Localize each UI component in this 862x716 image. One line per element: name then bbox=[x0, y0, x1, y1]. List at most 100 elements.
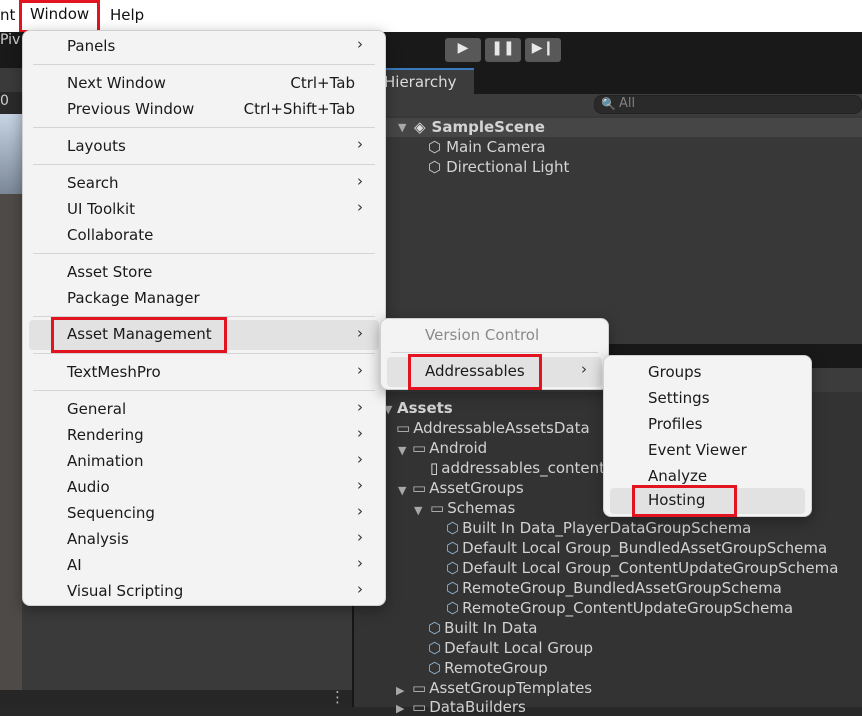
expand-arrow-icon[interactable]: ▼ bbox=[398, 444, 406, 457]
menu-item-collaborate[interactable]: Collaborate bbox=[67, 226, 153, 244]
submenu-arrow-icon: › bbox=[357, 450, 363, 468]
menu-item-audio[interactable]: Audio bbox=[67, 478, 110, 496]
more-options-icon[interactable]: ⋮ bbox=[330, 688, 345, 706]
menu-item-panels[interactable]: Panels bbox=[67, 37, 115, 55]
scene-bottom-bar: ⋮ bbox=[0, 688, 352, 707]
menu-item-window[interactable]: Window bbox=[18, 0, 101, 33]
scene-toolbar-fragment[interactable]: 0 bbox=[0, 93, 9, 109]
folder-label: Android bbox=[429, 439, 488, 457]
submenu-arrow-icon: › bbox=[357, 324, 363, 342]
menu-item-animation[interactable]: Animation bbox=[67, 452, 143, 470]
expand-arrow-icon[interactable]: ▼ bbox=[398, 121, 406, 134]
scene-skybox bbox=[0, 114, 22, 194]
menu-item-package-manager[interactable]: Package Manager bbox=[67, 289, 200, 307]
menu-item-textmeshpro[interactable]: TextMeshPro bbox=[67, 363, 161, 381]
search-icon: 🔍 bbox=[601, 97, 616, 111]
project-folder-item[interactable]: ▭ AssetGroups bbox=[412, 479, 524, 497]
menu-item-asset-management[interactable]: Asset Management bbox=[51, 317, 227, 353]
collapse-arrow-icon[interactable]: ▶ bbox=[396, 702, 404, 715]
folder-icon: ▭ bbox=[412, 679, 427, 697]
menu-item-layouts[interactable]: Layouts bbox=[67, 137, 126, 155]
unity-scene-icon: ◈ bbox=[414, 118, 426, 136]
menu-item-ai[interactable]: AI bbox=[67, 556, 82, 574]
menu-item-event-viewer[interactable]: Event Viewer bbox=[648, 441, 747, 459]
menu-item-previous-window[interactable]: Previous Window bbox=[67, 100, 194, 118]
hierarchy-item[interactable]: ⬡ Directional Light bbox=[428, 158, 569, 176]
menu-item-asset-store[interactable]: Asset Store bbox=[67, 263, 152, 281]
addressables-submenu: Groups Settings Profiles Event Viewer An… bbox=[603, 355, 812, 517]
project-asset-item[interactable]: ⬡ Default Local Group_ContentUpdateGroupS… bbox=[446, 559, 838, 577]
menu-item-groups[interactable]: Groups bbox=[648, 363, 701, 381]
gameobject-cube-icon: ⬡ bbox=[428, 138, 442, 156]
folder-label: Schemas bbox=[447, 499, 516, 517]
menu-item-general[interactable]: General bbox=[67, 400, 126, 418]
project-asset-item[interactable]: ⬡ Default Local Group_BundledAssetGroupSc… bbox=[446, 539, 827, 557]
menu-item-analysis[interactable]: Analysis bbox=[67, 530, 129, 548]
project-folder-item[interactable]: ▭ AssetGroupTemplates bbox=[412, 679, 592, 697]
menu-item-addressables[interactable]: Addressables bbox=[408, 354, 542, 390]
menu-item-partial[interactable]: nt bbox=[0, 6, 15, 24]
menu-separator bbox=[33, 64, 375, 65]
folder-label: DataBuilders bbox=[429, 698, 526, 716]
menu-item-rendering[interactable]: Rendering bbox=[67, 426, 144, 444]
asset-label: Default Local Group_ContentUpdateGroupSc… bbox=[462, 559, 839, 577]
expand-arrow-icon[interactable]: ▼ bbox=[414, 504, 422, 517]
project-asset-item[interactable]: ⬡ RemoteGroup_BundledAssetGroupSchema bbox=[446, 579, 782, 597]
menu-item-search[interactable]: Search bbox=[67, 174, 119, 192]
menu-item-visual-scripting[interactable]: Visual Scripting bbox=[67, 582, 183, 600]
collapse-arrow-icon[interactable]: ▶ bbox=[396, 684, 404, 697]
menu-separator bbox=[33, 316, 375, 317]
menu-item-help[interactable]: Help bbox=[110, 6, 144, 24]
menu-item-sequencing[interactable]: Sequencing bbox=[67, 504, 155, 522]
project-asset-item[interactable]: ⬡ Built In Data bbox=[428, 619, 537, 637]
step-button[interactable]: ▶❙ bbox=[525, 38, 561, 62]
tab-hierarchy-label: Hierarchy bbox=[384, 73, 457, 91]
menu-item-profiles[interactable]: Profiles bbox=[648, 415, 702, 433]
tab-hierarchy[interactable]: Hierarchy bbox=[378, 68, 474, 94]
asset-label: Built In Data bbox=[444, 619, 538, 637]
project-asset-item[interactable]: ⬡ RemoteGroup_ContentUpdateGroupSchema bbox=[446, 599, 793, 617]
hierarchy-scene-item[interactable]: ◈ SampleScene bbox=[414, 118, 545, 136]
submenu-arrow-icon: › bbox=[357, 198, 363, 216]
folder-label: AssetGroupTemplates bbox=[429, 679, 593, 697]
group-asset-icon: ⬡ bbox=[428, 619, 442, 637]
folder-open-icon: ▭ bbox=[412, 479, 427, 497]
pivot-toggle-label[interactable]: Piv bbox=[0, 32, 20, 48]
schema-asset-icon: ⬡ bbox=[446, 519, 460, 537]
project-folder-item[interactable]: ▭ AddressableAssetsData bbox=[396, 419, 590, 437]
menu-item-next-window[interactable]: Next Window bbox=[67, 74, 166, 92]
project-file-item[interactable]: ▯ addressables_content bbox=[430, 459, 605, 477]
schema-asset-icon: ⬡ bbox=[446, 539, 460, 557]
play-icon: ▶ bbox=[457, 40, 469, 56]
folder-open-icon: ▭ bbox=[430, 499, 445, 517]
menu-item-hosting[interactable]: Hosting bbox=[631, 485, 738, 517]
asset-label: RemoteGroup bbox=[444, 659, 548, 677]
project-folder-item[interactable]: ▭ Android bbox=[412, 439, 487, 457]
submenu-arrow-icon: › bbox=[357, 172, 363, 190]
file-icon: ▯ bbox=[430, 459, 439, 477]
asset-management-submenu: Version Control Addressables › bbox=[380, 318, 609, 390]
project-asset-item[interactable]: ⬡ RemoteGroup bbox=[428, 659, 548, 677]
pause-button[interactable]: ❚❚ bbox=[485, 38, 521, 62]
file-label: addressables_content bbox=[441, 459, 606, 477]
menu-separator bbox=[33, 253, 375, 254]
menu-separator bbox=[33, 164, 375, 165]
gameobject-cube-icon: ⬡ bbox=[428, 158, 442, 176]
shortcut-next-window: Ctrl+Tab bbox=[290, 74, 355, 92]
hierarchy-item[interactable]: ⬡ Main Camera bbox=[428, 138, 546, 156]
project-folder-item[interactable]: ▭ Schemas bbox=[430, 499, 515, 517]
submenu-arrow-icon: › bbox=[357, 554, 363, 572]
play-button[interactable]: ▶ bbox=[445, 38, 481, 62]
hierarchy-search-input[interactable]: 🔍 All bbox=[594, 95, 862, 114]
submenu-arrow-icon: › bbox=[357, 476, 363, 494]
project-root-item[interactable]: Assets bbox=[397, 399, 453, 417]
expand-arrow-icon[interactable]: ▼ bbox=[398, 484, 406, 497]
menu-item-analyze[interactable]: Analyze bbox=[648, 467, 707, 485]
project-folder-item[interactable]: ▭ DataBuilders bbox=[412, 698, 526, 716]
menu-item-settings[interactable]: Settings bbox=[648, 389, 710, 407]
menu-item-ui-toolkit[interactable]: UI Toolkit bbox=[67, 200, 135, 218]
hierarchy-scene-label: SampleScene bbox=[431, 118, 545, 136]
project-asset-item[interactable]: ⬡ Default Local Group bbox=[428, 639, 593, 657]
submenu-arrow-icon: › bbox=[357, 424, 363, 442]
project-asset-item[interactable]: ⬡ Built In Data_PlayerDataGroupSchema bbox=[446, 519, 751, 537]
